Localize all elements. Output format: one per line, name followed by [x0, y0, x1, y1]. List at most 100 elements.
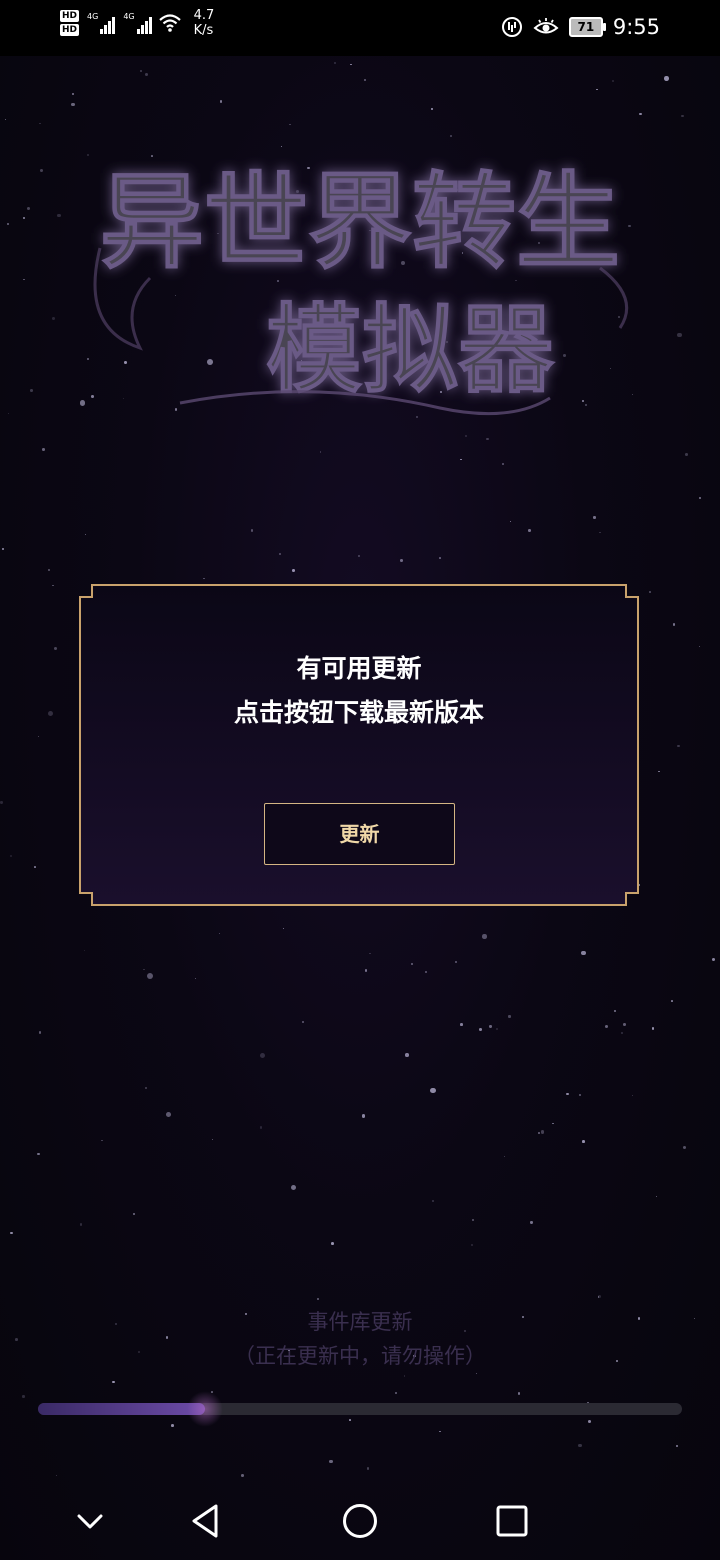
- star-dot: [289, 123, 291, 125]
- star-dot: [410, 962, 413, 966]
- star-dot: [4, 118, 6, 121]
- star-dot: [251, 529, 254, 532]
- network-type-1: 4G: [87, 12, 99, 21]
- signal-icon-1: 4G: [87, 12, 116, 34]
- progress-indicator: [187, 1391, 224, 1427]
- star-dot: [84, 533, 87, 535]
- star-dot: [670, 1000, 673, 1003]
- star-dot: [658, 771, 660, 773]
- star-dot: [165, 1112, 171, 1118]
- star-dot: [598, 1296, 600, 1298]
- star-dot: [291, 1184, 297, 1190]
- network-speed: 4.7 K/s: [193, 8, 215, 38]
- star-dot: [509, 520, 512, 523]
- star-dot: [684, 453, 688, 457]
- star-dot: [486, 438, 489, 441]
- eye-comfort-icon: [533, 18, 559, 34]
- recents-icon[interactable]: [489, 1498, 535, 1544]
- star-dot: [538, 1132, 541, 1134]
- star-dot: [259, 1126, 263, 1129]
- star-dot: [329, 1459, 333, 1464]
- star-dot: [38, 736, 40, 738]
- star-dot: [39, 123, 41, 125]
- star-dot: [460, 458, 462, 461]
- star-dot: [145, 72, 149, 76]
- back-icon[interactable]: [183, 1498, 229, 1544]
- star-dot: [6, 222, 10, 226]
- star-dot: [301, 1021, 304, 1024]
- star-dot: [540, 1130, 545, 1134]
- star-dot: [598, 1294, 602, 1298]
- star-dot: [292, 569, 295, 572]
- star-dot: [165, 1336, 168, 1339]
- star-dot: [195, 978, 197, 980]
- dialog-title: 有可用更新: [296, 654, 422, 683]
- hd-voice-icon-2: HD: [60, 24, 80, 36]
- dialog-message: 点击按钮下载最新版本: [233, 698, 484, 727]
- star-dot: [10, 855, 13, 858]
- wifi-icon: [158, 14, 181, 32]
- star-dot: [112, 1381, 115, 1384]
- star-dot: [51, 317, 55, 321]
- star-dot: [599, 531, 602, 534]
- star-dot: [2, 547, 5, 550]
- star-dot: [675, 1445, 678, 1448]
- star-dot: [454, 960, 458, 964]
- star-dot: [212, 1139, 214, 1141]
- logo-title-line2: 模拟器: [266, 293, 555, 406]
- star-dot: [432, 1199, 435, 1203]
- star-dot: [52, 584, 54, 587]
- star-dot: [672, 623, 676, 626]
- star-dot: [394, 1392, 398, 1395]
- star-dot: [260, 1052, 266, 1058]
- star-dot: [711, 958, 715, 961]
- star-dot: [479, 1028, 483, 1032]
- navigation-bar: [0, 1482, 720, 1560]
- star-dot: [203, 577, 205, 580]
- star-dot: [33, 866, 36, 868]
- star-dot: [489, 1025, 492, 1028]
- star-dot: [578, 1443, 582, 1448]
- star-dot: [620, 1031, 623, 1034]
- update-button[interactable]: 更新: [264, 803, 455, 865]
- star-dot: [140, 70, 142, 72]
- star-dot: [72, 93, 75, 96]
- star-dot: [22, 1395, 25, 1398]
- star-dot: [369, 953, 371, 955]
- home-icon[interactable]: [337, 1498, 383, 1544]
- star-dot: [319, 451, 322, 454]
- star-dot: [677, 744, 680, 748]
- star-dot: [71, 102, 75, 107]
- star-dot: [317, 1298, 320, 1301]
- star-dot: [677, 332, 682, 338]
- star-dot: [403, 1375, 406, 1377]
- update-dialog: 有可用更新 点击按钮下载最新版本 更新: [78, 583, 640, 907]
- star-dot: [439, 1430, 441, 1433]
- star-dot: [582, 1140, 585, 1143]
- chevron-down-icon[interactable]: [67, 1498, 113, 1544]
- star-dot: [145, 1086, 148, 1089]
- star-dot: [612, 80, 614, 82]
- star-dot: [431, 108, 433, 110]
- hd-voice-icon-1: HD: [60, 10, 80, 22]
- progress-label: 事件库更新: [307, 1310, 413, 1334]
- star-dot: [581, 950, 587, 956]
- star-dot: [363, 78, 366, 81]
- star-dot: [578, 1093, 581, 1096]
- star-dot: [48, 568, 51, 572]
- star-dot: [219, 932, 221, 934]
- star-dot: [366, 1467, 370, 1470]
- star-dot: [240, 1474, 244, 1477]
- star-dot: [482, 934, 487, 939]
- logo-title-line1: 异世界转生: [100, 160, 620, 283]
- data-saver-icon: [501, 17, 522, 37]
- star-dot: [681, 114, 684, 118]
- star-dot: [613, 1009, 617, 1013]
- star-dot: [53, 647, 57, 651]
- star-dot: [530, 1221, 533, 1224]
- star-dot: [147, 972, 154, 979]
- star-dot: [10, 1231, 13, 1235]
- star-dot: [348, 1419, 351, 1422]
- star-dot: [282, 927, 285, 930]
- star-dot: [664, 76, 669, 81]
